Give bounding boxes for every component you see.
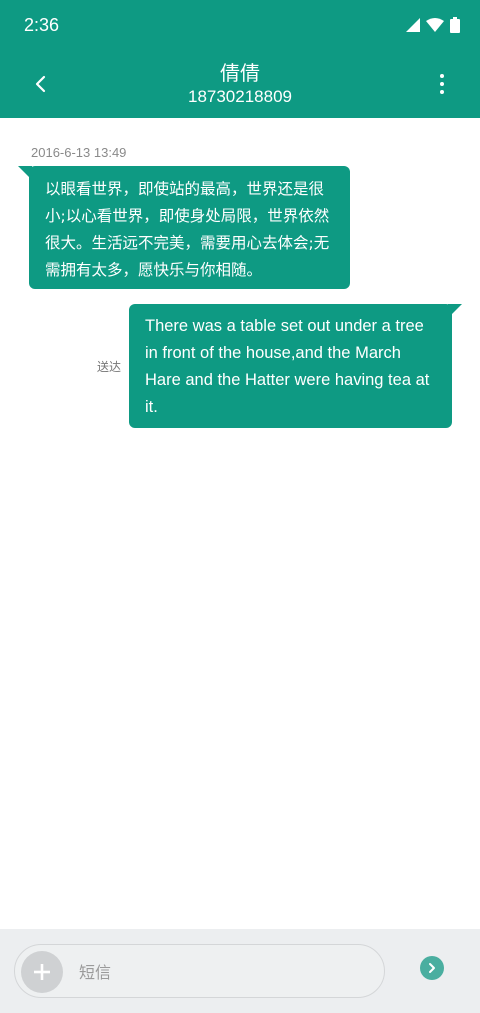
outgoing-message-bubble[interactable]: There was a table set out under a tree i… [129,304,452,428]
outgoing-message-text: There was a table set out under a tree i… [145,317,430,416]
add-attachment-button[interactable] [21,951,63,993]
contact-name: 倩倩 [220,61,260,85]
chevron-left-icon [35,75,46,93]
send-button[interactable] [420,956,444,980]
send-arrow-icon [429,963,435,973]
plus-icon [34,964,50,980]
composer-bar [0,929,480,1013]
contact-header: 倩倩 18730218809 [90,60,390,108]
back-button[interactable] [22,68,58,100]
sms-input[interactable] [79,955,369,989]
status-bar: 2:36 [0,0,480,52]
status-icons [406,17,460,33]
wifi-icon [426,18,444,32]
more-vert-icon[interactable] [430,68,454,100]
message-input-container [14,944,385,998]
message-timestamp: 2016-6-13 13:49 [31,145,127,160]
status-time: 2:36 [24,15,60,35]
signal-icon [406,18,420,32]
battery-icon [450,17,460,33]
delivery-status: 送达 [97,360,122,374]
incoming-message-bubble[interactable]: 以眼看世界，即使站的最高，世界还是很小;以心看世界，即使身处局限，世界依然很大。… [29,166,350,289]
contact-number: 18730218809 [187,87,292,106]
incoming-message-text: 以眼看世界，即使站的最高，世界还是很小;以心看世界，即使身处局限，世界依然很大。… [45,180,330,279]
app-bar: 倩倩 18730218809 [0,52,480,118]
